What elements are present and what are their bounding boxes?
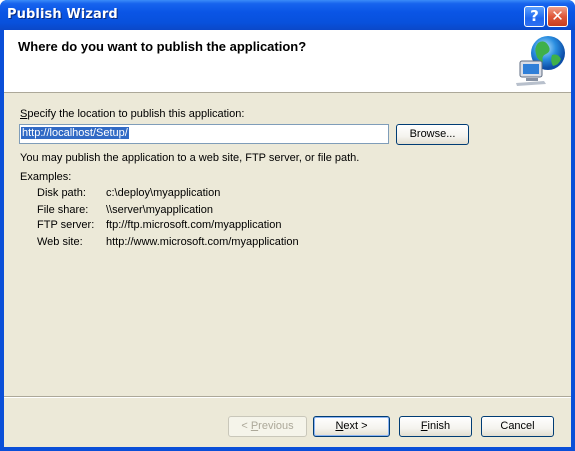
previous-button[interactable]: < Previous bbox=[228, 416, 307, 437]
page-title: Where do you want to publish the applica… bbox=[18, 39, 307, 54]
example-value: http://www.microsoft.com/myapplication bbox=[106, 236, 299, 248]
close-button[interactable]: ✕ bbox=[547, 6, 568, 27]
help-icon: ? bbox=[530, 7, 539, 25]
help-button[interactable]: ? bbox=[524, 6, 545, 27]
example-label: Disk path: bbox=[37, 187, 86, 199]
next-button[interactable]: Next > bbox=[313, 416, 390, 437]
globe-network-icon bbox=[514, 33, 570, 87]
example-label: FTP server: bbox=[37, 219, 95, 231]
example-value: c:\deploy\myapplication bbox=[106, 187, 221, 199]
window-title: Publish Wizard bbox=[7, 7, 118, 22]
close-icon: ✕ bbox=[551, 7, 564, 25]
example-value: ftp://ftp.microsoft.com/myapplication bbox=[106, 219, 282, 231]
finish-button[interactable]: Finish bbox=[399, 416, 472, 437]
examples-heading: Examples: bbox=[20, 171, 72, 183]
location-label: Specify the location to publish this app… bbox=[20, 108, 245, 120]
wizard-header: Where do you want to publish the applica… bbox=[4, 30, 571, 93]
dialog-body: Where do you want to publish the applica… bbox=[4, 30, 571, 447]
publish-location-value: http://localhost/Setup/ bbox=[21, 127, 129, 139]
footer-divider bbox=[4, 396, 571, 398]
title-bar[interactable]: Publish Wizard ? ✕ bbox=[0, 0, 575, 30]
publish-location-input[interactable]: http://localhost/Setup/ bbox=[19, 124, 389, 144]
example-label: Web site: bbox=[37, 236, 83, 248]
cancel-button[interactable]: Cancel bbox=[481, 416, 554, 437]
browse-button[interactable]: Browse... bbox=[396, 124, 469, 145]
wizard-window: Publish Wizard ? ✕ Where do you want to … bbox=[0, 0, 575, 451]
example-value: \\server\myapplication bbox=[106, 204, 213, 216]
publish-hint: You may publish the application to a web… bbox=[20, 152, 360, 164]
example-label: File share: bbox=[37, 204, 89, 216]
